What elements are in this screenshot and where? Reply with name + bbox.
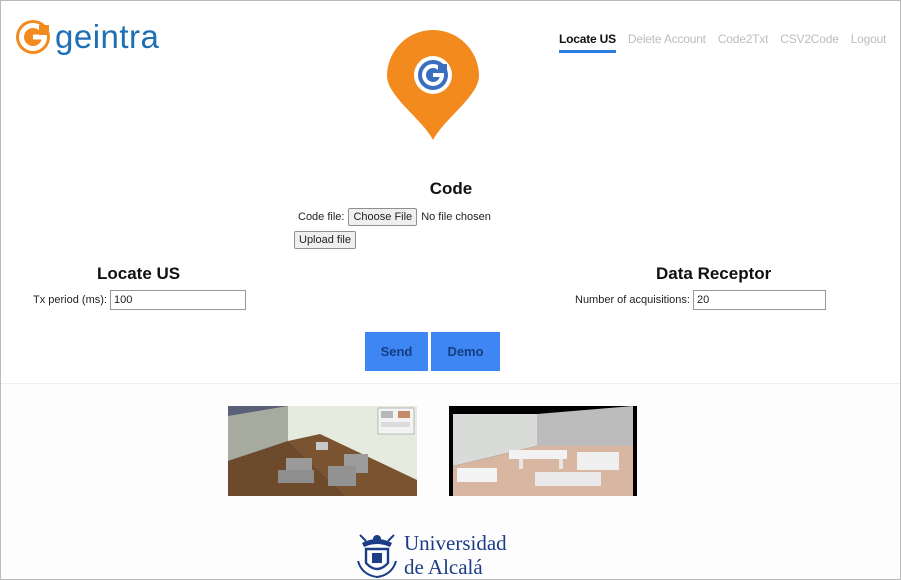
- choose-file-button[interactable]: Choose File: [348, 208, 418, 226]
- location-pin-icon: [387, 30, 479, 140]
- room-render-image-2: [449, 406, 637, 496]
- upload-file-button[interactable]: Upload file: [294, 231, 356, 249]
- acquisitions-label: Number of acquisitions:: [575, 294, 690, 306]
- acquisitions-input[interactable]: [692, 290, 826, 310]
- tx-period-label: Tx period (ms):: [33, 294, 107, 306]
- room-render-image: [228, 406, 417, 496]
- geintra-logo[interactable]: geintra: [15, 19, 159, 55]
- nav-csv2code[interactable]: CSV2Code: [780, 32, 839, 53]
- university-logo: Universidad de Alcalá: [356, 531, 507, 579]
- tx-period-input[interactable]: [109, 290, 246, 310]
- file-status: No file chosen: [421, 211, 491, 223]
- university-name-line1: Universidad: [404, 531, 507, 555]
- code-section-title: Code: [429, 179, 473, 198]
- university-name-line2: de Alcalá: [404, 555, 483, 579]
- nav-logout[interactable]: Logout: [851, 32, 887, 53]
- demo-button[interactable]: Demo: [431, 332, 500, 371]
- geintra-g-icon: [16, 20, 50, 54]
- code-file-row: Code file: Choose File No file chosen: [298, 208, 491, 226]
- app-frame: geintra Locate US Delete Account Code2Tx…: [0, 0, 901, 580]
- nav-locate-us[interactable]: Locate US: [559, 32, 616, 53]
- data-receptor-title: Data Receptor: [656, 264, 772, 283]
- nav-delete-account[interactable]: Delete Account: [628, 32, 706, 53]
- tx-period-row: Tx period (ms):: [33, 290, 246, 310]
- acquisitions-row: Number of acquisitions:: [575, 290, 826, 310]
- code-file-label: Code file:: [298, 211, 345, 223]
- brand-name: geintra: [55, 18, 160, 55]
- locate-us-title: Locate US: [97, 264, 181, 283]
- send-button[interactable]: Send: [365, 332, 428, 371]
- university-crest-icon: [357, 534, 397, 579]
- top-nav: Locate US Delete Account Code2Txt CSV2Co…: [559, 32, 898, 53]
- nav-code2txt[interactable]: Code2Txt: [718, 32, 769, 53]
